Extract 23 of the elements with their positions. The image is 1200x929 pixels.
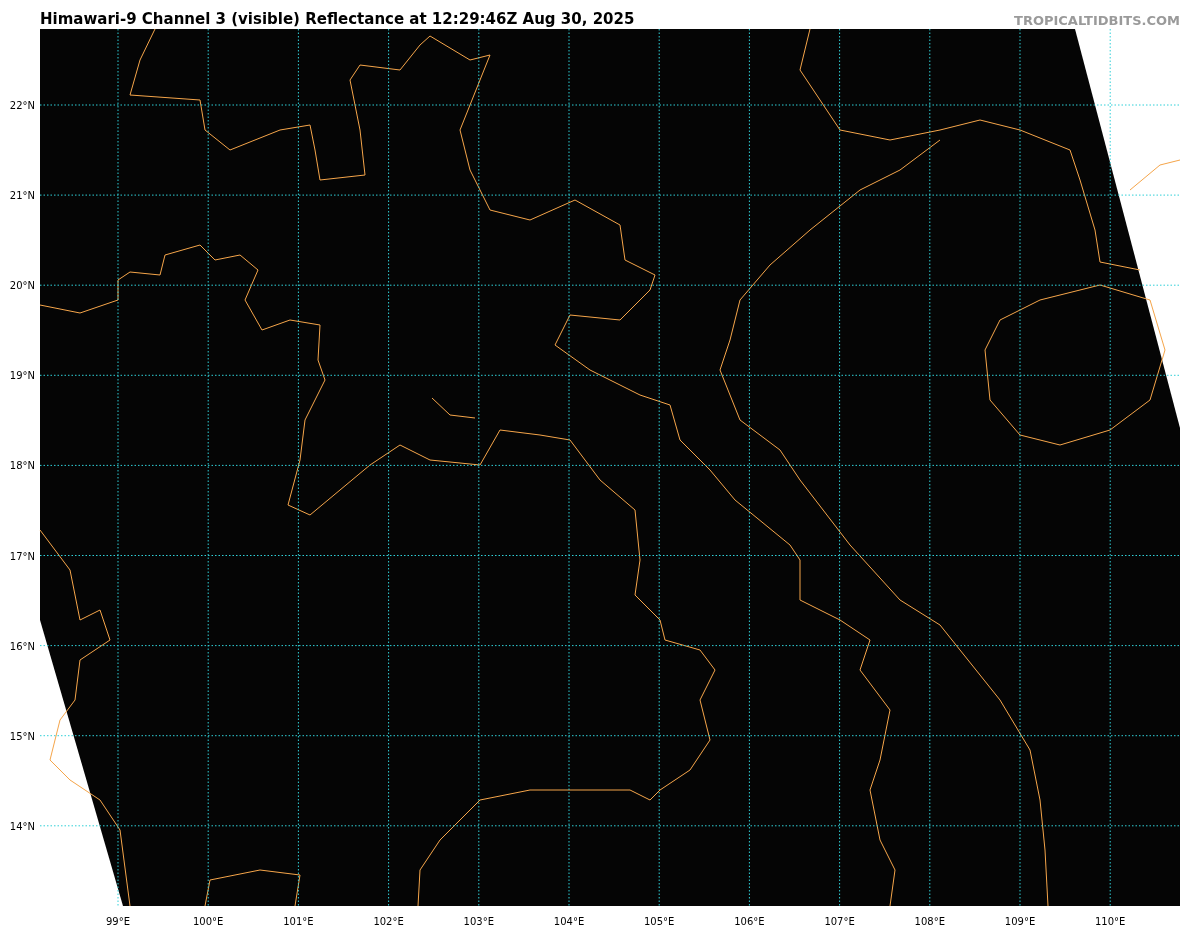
longitude-label: 105°E [644, 916, 675, 927]
latitude-label: 22°N [9, 100, 35, 111]
longitude-label: 100°E [193, 916, 224, 927]
latitude-label: 16°N [9, 640, 35, 652]
longitude-label: 106°E [734, 916, 765, 927]
longitude-label: 107°E [824, 916, 855, 927]
site-credit: TROPICALTIDBITS.COM [1014, 14, 1180, 27]
longitude-label: 102°E [373, 916, 404, 927]
latitude-label: 21°N [9, 190, 35, 202]
latitude-label: 19°N [9, 370, 35, 382]
chart-title: Himawari-9 Channel 3 (visible) Reflectance at 12:29:46Z Aug 30, 2025 [40, 12, 635, 27]
longitude-label: 103°E [463, 916, 494, 927]
longitude-label: 99°E [106, 916, 130, 927]
latitude-label: 20°N [9, 280, 35, 292]
latitude-label: 17°N [9, 550, 35, 562]
latitude-label: 14°N [9, 820, 35, 832]
longitude-label: 101°E [283, 916, 314, 927]
longitude-label: 110°E [1095, 916, 1126, 927]
longitude-label: 109°E [1004, 916, 1036, 927]
longitude-label: 104°E [553, 916, 585, 927]
latitude-label: 18°N [9, 460, 35, 472]
longitude-label: 108°E [914, 916, 945, 927]
latitude-label: 15°N [9, 730, 35, 742]
